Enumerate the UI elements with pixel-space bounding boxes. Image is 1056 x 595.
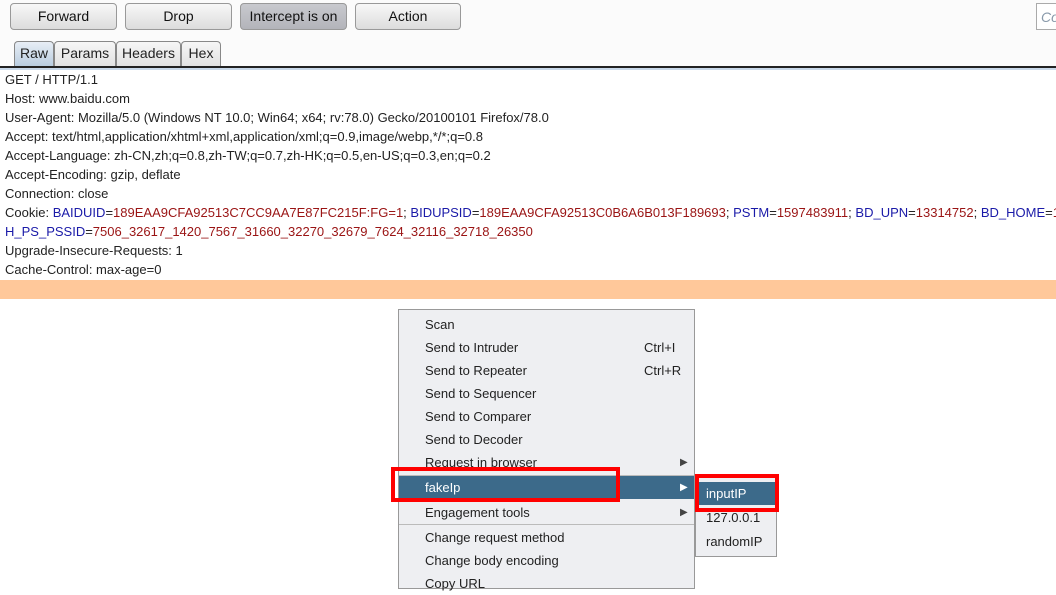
cookie-value: 189EAA9CFA92513C0B6A6B013F189693 xyxy=(479,205,726,220)
action-button[interactable]: Action xyxy=(355,3,461,30)
menu-item-label: Change request method xyxy=(425,530,565,545)
request-line: Accept-Encoding: gzip, deflate xyxy=(5,167,181,182)
annotation-box-inputip xyxy=(695,474,779,512)
cookie-name: BAIDUID xyxy=(52,205,106,220)
menu-item-label: Send to Repeater xyxy=(425,363,527,378)
menu-item-label: Change body encoding xyxy=(425,553,559,568)
submenu-arrow-icon: ▶ xyxy=(680,507,688,518)
menu-item-change-body-encoding[interactable]: Change body encoding xyxy=(399,549,694,572)
forward-button[interactable]: Forward xyxy=(10,3,117,30)
cookie-value: 13314752 xyxy=(915,205,974,220)
cookie-value: 189EAA9CFA92513C7CC9AA7E87FC215F:FG=1 xyxy=(113,205,404,220)
cookie-name: PSTM xyxy=(733,205,770,220)
request-line: Connection: close xyxy=(5,186,109,201)
menu-item-copy-url[interactable]: Copy URL xyxy=(399,572,694,595)
request-line: User-Agent: Mozilla/5.0 (Windows NT 10.0… xyxy=(5,110,549,125)
menu-item-send-to-repeater[interactable]: Send to Repeater Ctrl+R xyxy=(399,359,694,382)
menu-item-label: Send to Sequencer xyxy=(425,386,537,401)
cookie-value: 7506_32617_1420_7567_31660_32270_32679_7… xyxy=(92,224,533,239)
request-line: Host: www.baidu.com xyxy=(5,91,130,106)
toolbar: Forward Drop Intercept is on Action Co xyxy=(0,0,1056,38)
menu-item-send-to-sequencer[interactable]: Send to Sequencer xyxy=(399,382,694,405)
tab-hex[interactable]: Hex xyxy=(181,41,221,66)
shortcut-label: Ctrl+I xyxy=(644,340,676,355)
cookie-line-continued: H_PS_PSSID=7506_32617_1420_7567_31660_32… xyxy=(5,224,533,239)
tab-headers[interactable]: Headers xyxy=(116,41,181,66)
cookie-name: BD_HOME xyxy=(980,205,1046,220)
annotation-box-fakeip xyxy=(391,467,620,502)
cookie-value: 1597483911 xyxy=(776,205,849,220)
menu-item-label: Send to Comparer xyxy=(425,409,532,424)
submenu-item-label: 127.0.0.1 xyxy=(706,510,761,525)
drop-button[interactable]: Drop xyxy=(125,3,232,30)
menu-item-send-to-comparer[interactable]: Send to Comparer xyxy=(399,405,694,428)
context-menu: Scan Send to Intruder Ctrl+I Send to Repeat… xyxy=(398,309,695,591)
message-tabs: Raw Params Headers Hex xyxy=(0,38,1056,66)
menu-item-label: Engagement tools xyxy=(425,505,530,520)
menu-item-scan[interactable]: Scan xyxy=(399,313,694,336)
cookie-name: BIDUPSID xyxy=(410,205,472,220)
tab-params[interactable]: Params xyxy=(54,41,116,66)
request-line: GET / HTTP/1.1 xyxy=(5,72,98,87)
search-input[interactable]: Co xyxy=(1036,3,1056,30)
menu-item-change-request-method[interactable]: Change request method xyxy=(399,526,694,549)
submenu-arrow-icon: ▶ xyxy=(680,457,688,468)
menu-item-label: Send to Decoder xyxy=(425,432,523,447)
menu-item-send-to-decoder[interactable]: Send to Decoder xyxy=(399,428,694,451)
request-line: Accept: text/html,application/xhtml+xml,… xyxy=(5,129,483,144)
menu-item-label: Scan xyxy=(425,317,455,332)
request-line: Upgrade-Insecure-Requests: 1 xyxy=(5,243,183,258)
menu-separator xyxy=(399,524,694,525)
request-line: Accept-Language: zh-CN,zh;q=0.8,zh-TW;q=… xyxy=(5,148,491,163)
menu-item-send-to-intruder[interactable]: Send to Intruder Ctrl+I xyxy=(399,336,694,359)
current-line-highlight xyxy=(0,280,1056,299)
shortcut-label: Ctrl+R xyxy=(644,363,682,378)
submenu-arrow-icon: ▶ xyxy=(680,482,688,493)
cookie-line: Cookie: BAIDUID=189EAA9CFA92513C7CC9AA7E… xyxy=(5,203,1056,222)
menu-item-label: Copy URL xyxy=(425,576,485,591)
menu-item-engagement-tools[interactable]: Engagement tools ▶ xyxy=(399,501,694,524)
request-line: Cache-Control: max-age=0 xyxy=(5,262,162,277)
cookie-label: Cookie: xyxy=(5,205,53,220)
tab-raw[interactable]: Raw xyxy=(14,41,54,66)
submenu-item-randomip[interactable]: randomIP xyxy=(696,530,776,553)
submenu-item-label: randomIP xyxy=(706,534,763,549)
cookie-name: BD_UPN xyxy=(855,205,909,220)
intercept-toggle-button[interactable]: Intercept is on xyxy=(240,3,347,30)
cookie-name: H_PS_PSSID xyxy=(5,224,86,239)
menu-item-label: Send to Intruder xyxy=(425,340,519,355)
